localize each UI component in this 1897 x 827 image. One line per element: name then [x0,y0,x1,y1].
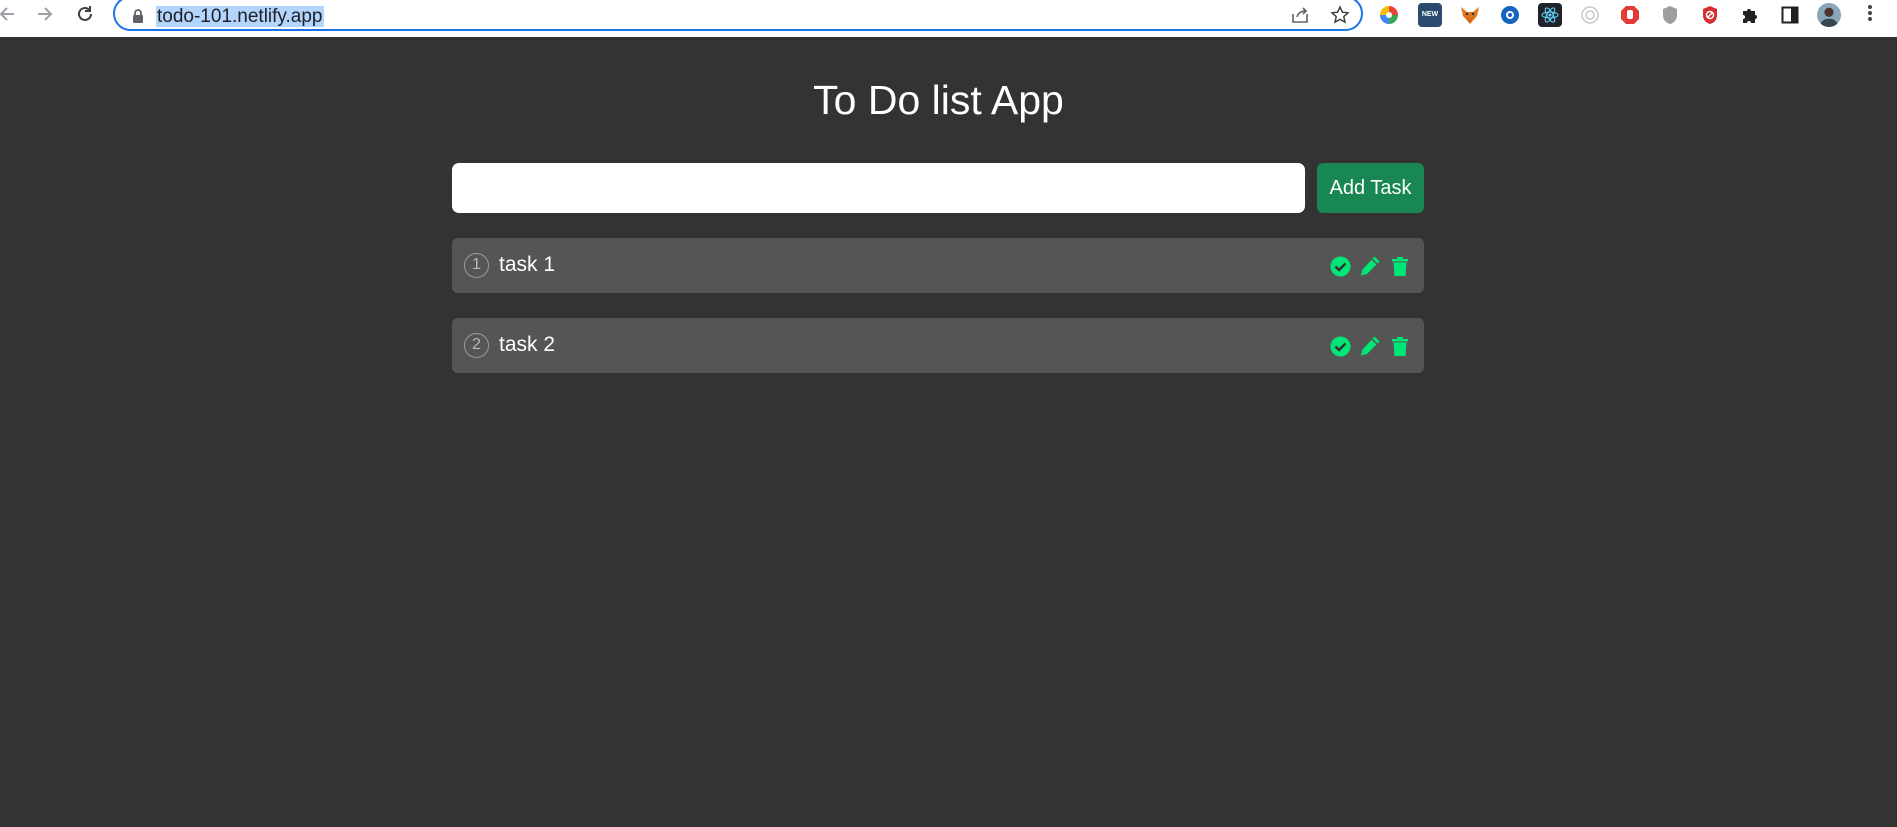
color-wheel-icon[interactable] [1377,3,1401,27]
task-number: 2 [464,333,489,358]
task-label: task 2 [499,333,556,356]
back-button[interactable] [0,0,22,28]
browser-toolbar: todo-101.netlify.app NEW [0,0,1897,37]
complete-check-icon[interactable] [1329,255,1351,277]
back-arrow-icon [0,7,14,21]
reload-icon [78,6,92,21]
task-label: task 1 [499,253,556,276]
blue-circle-icon[interactable] [1498,3,1522,27]
task-item: 1 task 1 [452,238,1424,293]
complete-check-icon[interactable] [1329,335,1351,357]
task-item: 2 task 2 [452,318,1424,373]
delete-trash-icon[interactable] [1389,255,1411,277]
delete-trash-icon[interactable] [1389,335,1411,357]
add-task-button[interactable]: Add Task [1317,163,1424,213]
url-text: todo-101.netlify.app [156,6,324,27]
browser-menu-icon[interactable] [1862,3,1878,27]
forward-button[interactable] [30,0,60,28]
address-bar[interactable]: todo-101.netlify.app [113,0,1363,31]
bookmark-star-icon[interactable] [1330,5,1350,25]
lock-icon [133,9,143,23]
stop-hand-icon[interactable] [1618,3,1642,27]
reload-button[interactable] [70,0,100,28]
fox-icon[interactable] [1458,3,1482,27]
shield-icon[interactable] [1658,3,1682,27]
edit-pencil-icon[interactable] [1359,335,1381,357]
task-input[interactable] [452,163,1305,213]
edit-pencil-icon[interactable] [1359,255,1381,277]
gray-circle-icon[interactable] [1578,3,1602,27]
share-icon[interactable] [1290,5,1310,25]
sidebar-icon[interactable] [1778,3,1802,27]
puzzle-icon[interactable] [1738,3,1762,27]
avatar[interactable] [1817,3,1841,27]
page-title: To Do list App [813,77,1064,123]
new-badge-icon[interactable]: NEW [1418,3,1442,27]
task-number: 1 [464,253,489,278]
red-shield-icon[interactable] [1698,3,1722,27]
react-icon[interactable] [1538,3,1562,27]
forward-arrow-icon [38,7,53,21]
